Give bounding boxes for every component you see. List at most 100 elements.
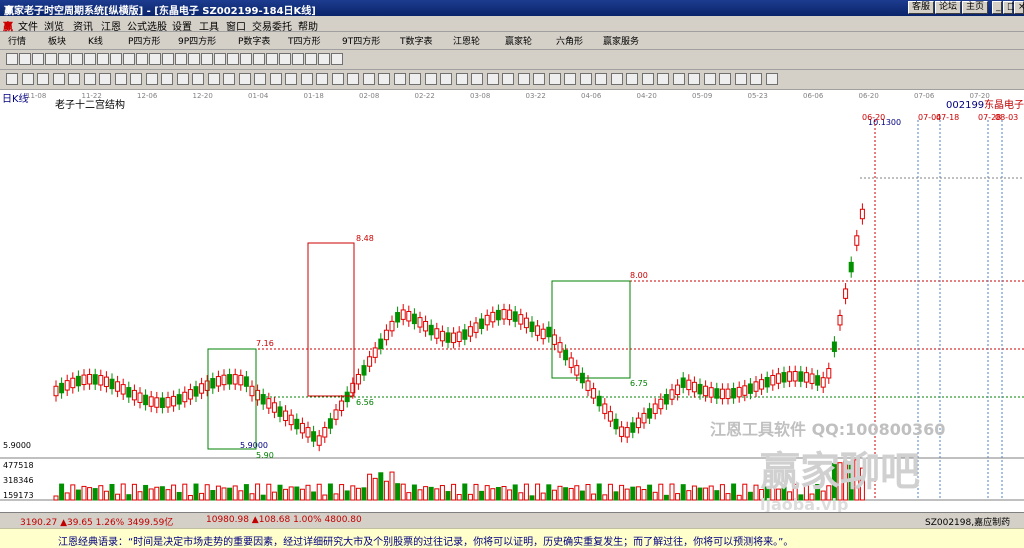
tool-icon[interactable] (32, 53, 44, 65)
tool-icon[interactable] (188, 53, 200, 65)
tool-icon[interactable] (45, 53, 57, 65)
close-icon[interactable]: × (1014, 1, 1024, 14)
tool-icon[interactable] (149, 53, 161, 65)
menu-trade[interactable]: 交易委托 (252, 18, 292, 33)
tool-icon[interactable] (409, 73, 421, 85)
winner-service-button[interactable]: 赢家服务 (603, 34, 639, 48)
9t-square-button[interactable]: 9T四方形 (342, 34, 380, 48)
winner-wheel-button[interactable]: 赢家轮 (505, 34, 532, 48)
tool-icon[interactable] (533, 73, 545, 85)
tool-icon[interactable] (71, 53, 83, 65)
gann-wheel-button[interactable]: 江恩轮 (453, 34, 480, 48)
homepage-button[interactable]: 主页 (962, 1, 989, 14)
tool-icon[interactable] (99, 73, 111, 85)
tool-icon[interactable] (455, 73, 468, 85)
tool-icon[interactable] (347, 73, 359, 85)
tool-icon[interactable] (21, 73, 34, 85)
menu-window[interactable]: 窗口 (226, 18, 246, 33)
tool-icon[interactable] (58, 53, 70, 65)
menu-gann[interactable]: 江恩 (101, 18, 121, 33)
tool-icon[interactable] (595, 73, 607, 85)
tool-icon[interactable] (471, 73, 483, 85)
kline-button[interactable]: K线 (88, 34, 103, 48)
tool-icon[interactable] (6, 53, 18, 65)
tool-icon[interactable] (130, 73, 142, 85)
tool-icon[interactable] (641, 73, 654, 85)
tool-icon[interactable] (331, 53, 343, 65)
tool-icon[interactable] (486, 73, 499, 85)
tool-icon[interactable] (123, 53, 135, 65)
tool-icon[interactable] (37, 73, 49, 85)
menu-formula[interactable]: 公式选股 (127, 18, 167, 33)
quotes-button[interactable]: 行情 (8, 34, 26, 48)
p-table-button[interactable]: P数字表 (238, 34, 270, 48)
tool-icon[interactable] (440, 73, 452, 85)
tool-icon[interactable] (579, 73, 592, 85)
tool-icon[interactable] (292, 53, 304, 65)
menu-help[interactable]: 帮助 (298, 18, 318, 33)
tool-icon[interactable] (657, 73, 669, 85)
tool-icon[interactable] (68, 73, 80, 85)
tool-icon[interactable] (253, 53, 265, 65)
tool-icon[interactable] (6, 73, 18, 85)
tool-icon[interactable] (719, 73, 731, 85)
forum-button[interactable]: 论坛 (935, 1, 962, 14)
tool-icon[interactable] (162, 53, 174, 65)
tool-icon[interactable] (362, 73, 375, 85)
tool-icon[interactable] (240, 53, 252, 65)
tool-icon[interactable] (393, 73, 406, 85)
tool-icon[interactable] (266, 53, 278, 65)
tool-icon[interactable] (201, 53, 213, 65)
menu-tools[interactable]: 工具 (199, 18, 219, 33)
kline-chart[interactable]: 11-08 11-22 12-06 12-20 01-04 01-18 02-08 02-22… (0, 90, 1024, 514)
service-button[interactable]: 客服 (908, 1, 935, 14)
tool-icon[interactable] (564, 73, 576, 85)
minimize-icon[interactable]: _ (992, 1, 1002, 14)
tool-icon[interactable] (688, 73, 700, 85)
tool-icon[interactable] (300, 73, 313, 85)
t-table-button[interactable]: T数字表 (400, 34, 433, 48)
tool-icon[interactable] (207, 73, 220, 85)
tool-icon[interactable] (238, 73, 251, 85)
tool-icon[interactable] (318, 53, 330, 65)
tool-icon[interactable] (502, 73, 514, 85)
hexagon-button[interactable]: 六角形 (556, 34, 583, 48)
tool-icon[interactable] (52, 73, 65, 85)
shanghai-index[interactable]: 3190.27 ▲39.65 1.26% 3499.59亿 (20, 515, 173, 528)
t-square-button[interactable]: T四方形 (288, 34, 321, 48)
menu-settings[interactable]: 设置 (172, 18, 192, 33)
tool-icon[interactable] (254, 73, 266, 85)
menu-browse[interactable]: 浏览 (44, 18, 64, 33)
shenzhen-index[interactable]: 10980.98 ▲108.68 1.00% 4800.80 (206, 515, 362, 525)
tool-icon[interactable] (750, 73, 762, 85)
tool-icon[interactable] (83, 73, 96, 85)
tool-icon[interactable] (331, 73, 344, 85)
9p-square-button[interactable]: 9P四方形 (178, 34, 216, 48)
tool-icon[interactable] (517, 73, 530, 85)
tool-icon[interactable] (161, 73, 173, 85)
p-square-button[interactable]: P四方形 (128, 34, 160, 48)
tool-icon[interactable] (610, 73, 623, 85)
sector-button[interactable]: 板块 (48, 34, 66, 48)
tool-icon[interactable] (626, 73, 638, 85)
tool-icon[interactable] (765, 73, 778, 85)
tool-icon[interactable] (19, 53, 31, 65)
tool-icon[interactable] (176, 73, 189, 85)
tool-icon[interactable] (305, 53, 317, 65)
tool-icon[interactable] (84, 53, 96, 65)
tool-icon[interactable] (227, 53, 239, 65)
tool-icon[interactable] (316, 73, 328, 85)
tool-icon[interactable] (279, 53, 291, 65)
tool-icon[interactable] (548, 73, 561, 85)
menu-file[interactable]: 文件 (18, 18, 38, 33)
menu-info[interactable]: 资讯 (73, 18, 93, 33)
tool-icon[interactable] (175, 53, 187, 65)
tool-icon[interactable] (223, 73, 235, 85)
tool-icon[interactable] (734, 73, 747, 85)
tool-icon[interactable] (110, 53, 122, 65)
tool-icon[interactable] (424, 73, 437, 85)
tool-icon[interactable] (114, 73, 127, 85)
maximize-icon[interactable]: □ (1003, 1, 1016, 14)
tool-icon[interactable] (136, 53, 148, 65)
tool-icon[interactable] (145, 73, 158, 85)
